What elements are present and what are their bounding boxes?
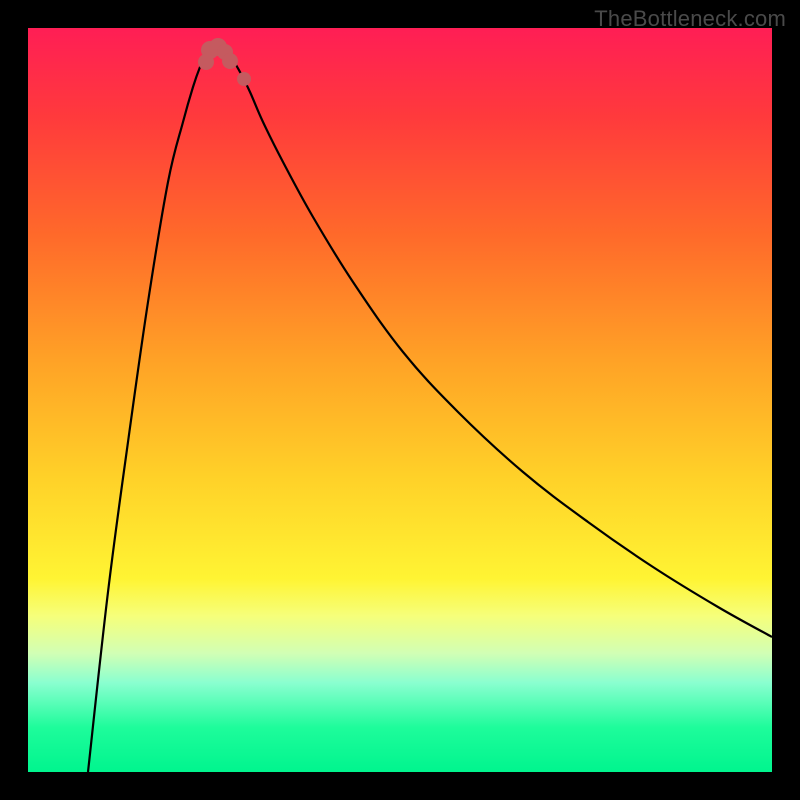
chart-frame (28, 28, 772, 772)
left-curve (88, 47, 228, 772)
data-dot (237, 72, 251, 86)
watermark-text: TheBottleneck.com (594, 6, 786, 32)
chart-svg (28, 28, 772, 772)
data-dot (222, 53, 238, 69)
bottom-dots (198, 38, 251, 86)
right-curve (233, 60, 772, 637)
